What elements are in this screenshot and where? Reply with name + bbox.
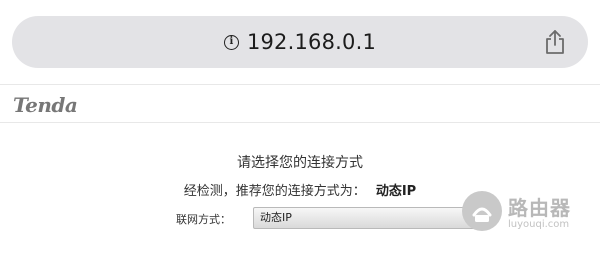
share-button[interactable] [540,27,570,57]
connection-type-value: 动态IP [260,211,292,224]
connection-type-select[interactable]: 动态IP [253,207,475,229]
watermark: 路由器 luyouqi.com [462,188,592,234]
header-divider-top [0,84,600,85]
page-title: 请选择您的连接方式 [237,155,363,171]
address-bar[interactable]: i 192.168.0.1 [12,16,588,68]
router-logo-icon [462,191,502,231]
connection-type-label: 联网方式： [176,213,231,226]
share-icon [546,30,564,54]
tenda-logo: Tenda [13,93,78,117]
watermark-main-text: 路由器 [508,196,571,220]
recommendation-value: 动态IP [375,184,417,199]
url-text[interactable]: 192.168.0.1 [247,30,376,54]
watermark-sub-text: luyouqi.com [508,219,570,230]
info-icon[interactable]: i [223,34,239,50]
header-divider-bottom [0,122,600,123]
url-display[interactable]: i 192.168.0.1 [12,16,588,68]
recommendation-prefix: 经检测，推荐您的连接方式为： [183,184,366,199]
